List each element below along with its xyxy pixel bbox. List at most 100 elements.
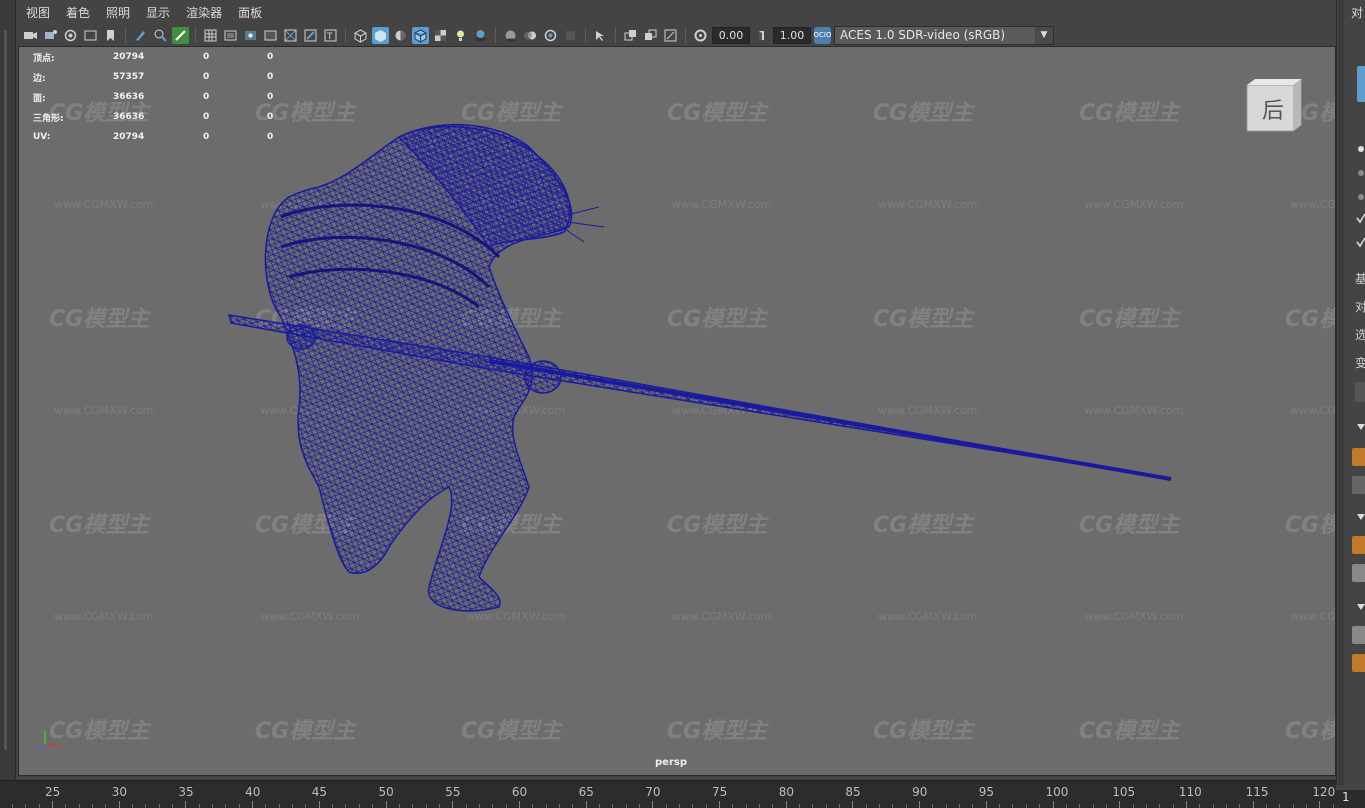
timeline-tick — [865, 804, 867, 808]
wireframe-model[interactable] — [19, 47, 1336, 776]
anti-aliasing-icon[interactable] — [542, 27, 559, 44]
current-frame-field[interactable]: 1 — [1336, 790, 1365, 808]
hud-value: 20794 — [113, 52, 145, 62]
timeline-frame-label: 110 — [1178, 785, 1202, 799]
timeline-tick — [478, 804, 480, 808]
menu-shading[interactable]: 着色 — [66, 4, 90, 21]
exposure-field[interactable]: 1.00 — [773, 26, 811, 44]
timeline-tick — [1052, 801, 1054, 808]
right-panel-icons — [1352, 146, 1365, 672]
grid-icon[interactable] — [202, 27, 219, 44]
timeline-tick — [185, 801, 187, 808]
use-default-material-icon[interactable] — [392, 27, 409, 44]
timeline-tick — [198, 804, 200, 808]
left-strip-scrollbar[interactable] — [4, 30, 7, 750]
timeline-tick — [65, 804, 67, 808]
textured-icon[interactable] — [432, 27, 449, 44]
timeline-tick — [839, 804, 841, 808]
timeline-tick — [959, 804, 961, 808]
menu-view[interactable]: 视图 — [26, 4, 50, 21]
camera-gamma-icon[interactable] — [692, 27, 709, 44]
toolbar-separator — [585, 27, 586, 43]
timeline-tick — [572, 804, 574, 808]
timeline-frame-label: 55 — [445, 785, 461, 799]
depth-of-field-icon[interactable] — [562, 27, 579, 44]
right-panel-blue-tab[interactable] — [1357, 66, 1365, 102]
motion-blur-icon[interactable] — [522, 27, 539, 44]
camera-select-icon[interactable] — [22, 27, 39, 44]
grease-pencil-icon[interactable] — [132, 27, 149, 44]
timeline-tick — [505, 804, 507, 808]
timeline-tick — [132, 804, 134, 808]
timeline-tick — [1199, 804, 1201, 808]
safe-action-icon[interactable] — [302, 27, 319, 44]
timeline-frame-label: 30 — [111, 785, 127, 799]
timeline-tick — [518, 801, 520, 808]
timeline-tick — [972, 804, 974, 808]
2d-pan-zoom-icon[interactable] — [172, 26, 189, 44]
color-space-dropdown[interactable]: ACES 1.0 SDR-video (sRGB) ▼ — [834, 25, 1054, 45]
wireframe-on-shaded-icon[interactable] — [412, 26, 429, 44]
chevron-down-icon[interactable]: ▼ — [1035, 26, 1053, 44]
screen-space-ao-icon[interactable] — [502, 27, 519, 44]
timeline-tick — [598, 804, 600, 808]
timeline-tick — [772, 804, 774, 808]
camera-attributes-icon[interactable] — [42, 27, 59, 44]
timeline-tick — [825, 804, 827, 808]
color-management-icon[interactable]: OCIO — [814, 26, 832, 44]
timeline-tick — [665, 804, 667, 808]
timeline-tick — [852, 801, 854, 808]
wireframe-icon[interactable] — [352, 27, 369, 44]
gamma-field[interactable]: 0.00 — [712, 26, 750, 44]
timeline-tick — [492, 804, 494, 808]
timeline-tick — [238, 804, 240, 808]
smooth-shade-icon[interactable] — [372, 26, 389, 44]
time-slider[interactable]: 25 30 35 40 45 50 55 60 65 70 75 80 85 90 95 100 105 110 1… — [0, 780, 1336, 808]
3d-viewport[interactable]: CG模型主www.CGMXW.comCG模型主www.CGMXW.comCG模型… — [18, 46, 1336, 776]
timeline-frame-label: 85 — [845, 785, 861, 799]
timeline-tick — [1119, 801, 1121, 808]
bookmark-icon[interactable] — [62, 27, 79, 44]
toolbar-separator — [495, 27, 496, 43]
timeline-tick — [1279, 804, 1281, 808]
camera-name-label: persp — [655, 757, 687, 768]
gate-mask-icon[interactable] — [262, 27, 279, 44]
menu-renderer[interactable]: 渲染器 — [186, 4, 222, 21]
image-plane-icon[interactable] — [82, 27, 99, 44]
timeline-tick — [945, 804, 947, 808]
timeline-tick — [1319, 801, 1321, 808]
view-cube[interactable]: 后 — [1245, 77, 1303, 133]
timeline-tick — [1145, 804, 1147, 808]
flag-icon[interactable] — [102, 27, 119, 44]
timeline-tick — [638, 804, 640, 808]
hud-value: 36636 — [113, 92, 145, 102]
isolate-select-icon[interactable] — [592, 27, 609, 44]
xray-active-components-icon[interactable] — [662, 27, 679, 44]
timeline-tick — [1225, 804, 1227, 808]
hud-label: 边: — [33, 73, 46, 84]
timeline-tick — [1252, 801, 1254, 808]
resolution-gate-icon[interactable] — [242, 27, 259, 44]
menu-show[interactable]: 显示 — [146, 4, 170, 21]
field-chart-icon[interactable] — [282, 27, 299, 44]
xray-joints-icon[interactable] — [642, 27, 659, 44]
timeline-tick — [438, 804, 440, 808]
timeline-tick — [78, 804, 80, 808]
timeline-tick — [652, 801, 654, 808]
timeline-tick — [705, 804, 707, 808]
safe-title-icon[interactable]: T — [322, 27, 339, 44]
exposure-icon[interactable] — [753, 27, 770, 44]
pan-zoom-icon[interactable] — [152, 27, 169, 44]
xray-icon[interactable] — [622, 27, 639, 44]
timeline-tick — [732, 804, 734, 808]
film-gate-icon[interactable] — [222, 27, 239, 44]
lights-icon[interactable] — [452, 27, 469, 44]
timeline-tick — [252, 801, 254, 808]
hud-value: 0 — [267, 72, 274, 82]
timeline-frame-label: 100 — [1045, 785, 1069, 799]
hud-value: 0 — [203, 112, 210, 122]
menu-lighting[interactable]: 照明 — [106, 4, 130, 21]
timeline-frame-label: 80 — [778, 785, 794, 799]
menu-panels[interactable]: 面板 — [238, 4, 262, 21]
shadows-icon[interactable] — [472, 27, 489, 44]
